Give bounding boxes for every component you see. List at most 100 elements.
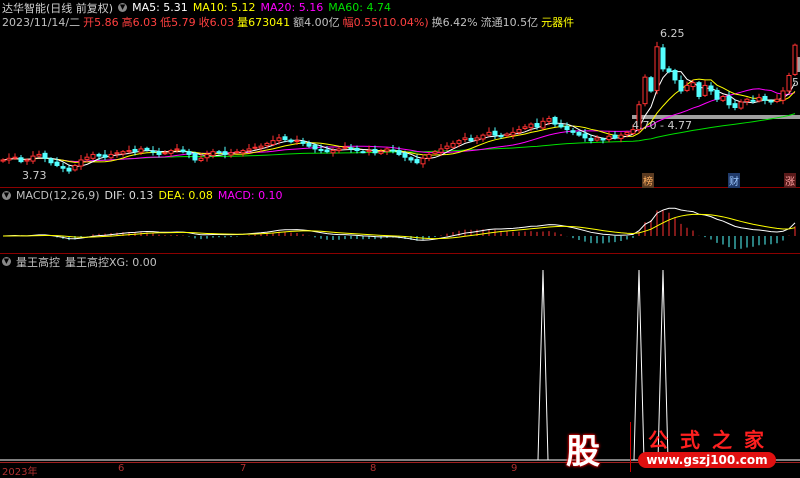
axis-label-7: 7 [240,463,247,474]
right-price-label: 5. [792,76,800,89]
candle-down [768,100,774,103]
candle-up [744,98,750,102]
candle-up [438,148,444,153]
candle-down [396,150,402,155]
candle-up [450,142,456,148]
candle-up [198,157,204,162]
price-high-label: 6.25 [660,27,685,40]
candle-up [336,148,342,152]
candle-down [96,153,102,157]
candle-down [324,149,330,153]
candle-down [696,82,702,97]
candle-down [348,147,354,150]
dea-line [2,213,796,240]
candle-up [252,146,258,149]
chart-canvas[interactable] [0,0,800,478]
candle-down [48,158,54,164]
candle-down [360,151,366,154]
candle-down [288,139,294,143]
candle-down [672,70,678,81]
candle-down [570,130,576,133]
candle-down [390,149,396,152]
candle-down [468,137,474,142]
marker-zhang[interactable]: 涨 [784,173,796,188]
candle-up [786,75,792,92]
candle-down [18,157,24,163]
candle-down [42,152,48,159]
candle-up [792,44,798,75]
candle-up [120,151,126,155]
candle-up [30,155,36,162]
candle-up [246,148,252,152]
axis-label-8: 8 [370,463,377,474]
candle-up [456,140,462,144]
candle-down [402,152,408,158]
candle-down [408,157,414,161]
candle-down [414,158,420,164]
candle-down [678,79,684,92]
candle-up [378,151,384,154]
candle-down [726,95,732,106]
candle-up [720,95,726,101]
candle-up [24,159,30,162]
candle-down [180,149,186,153]
candle-up [654,46,660,91]
candle-up [342,146,348,149]
candle-up [528,123,534,128]
candle-up [228,152,234,156]
candle-up [174,148,180,151]
marker-bang[interactable]: 榜 [642,173,654,188]
candle-up [240,150,246,154]
candle-down [372,148,378,154]
candle-up [204,153,210,159]
candle-up [366,150,372,153]
candle-down [660,47,666,70]
candle-up [0,159,6,162]
candle-up [780,90,786,101]
candle-up [84,156,90,160]
candle-up [444,145,450,149]
candle-up [384,148,390,152]
candle-down [102,154,108,158]
candle-up [486,131,492,136]
candle-down [282,136,288,141]
candle-up [774,98,780,102]
candle-up [276,137,282,142]
candle-up [474,137,480,141]
watermark-name: 公式之家 [648,428,776,452]
candle-down [552,116,558,125]
candle-down [714,89,720,100]
candle-up [114,152,120,155]
candle-up [138,148,144,153]
candle-up [108,153,114,159]
candle-down [558,124,564,128]
candle-down [582,133,588,139]
candle-down [222,151,228,155]
candle-up [36,153,42,157]
candle-up [330,150,336,154]
candle-down [732,103,738,109]
candle-up [504,133,510,137]
candle-up [432,151,438,154]
candle-down [192,152,198,161]
axis-label-year: 2023年 [2,467,38,478]
candle-up [606,135,612,141]
candle-up [684,84,690,91]
candle-up [480,134,486,140]
candle-up [594,137,600,141]
candle-down [498,135,504,138]
candle-down [666,68,672,73]
candle-down [66,167,72,172]
candle-up [540,120,546,129]
marker-cai[interactable]: 财 [728,173,740,188]
candle-down [492,130,498,136]
watermark-logo: 股 [566,432,600,472]
candle-down [600,138,606,141]
candle-up [642,76,648,105]
candle-down [300,141,306,144]
candle-up [264,142,270,147]
candle-up [270,140,276,146]
candle-up [510,131,516,136]
candle-down [156,151,162,155]
candle-up [522,126,528,129]
